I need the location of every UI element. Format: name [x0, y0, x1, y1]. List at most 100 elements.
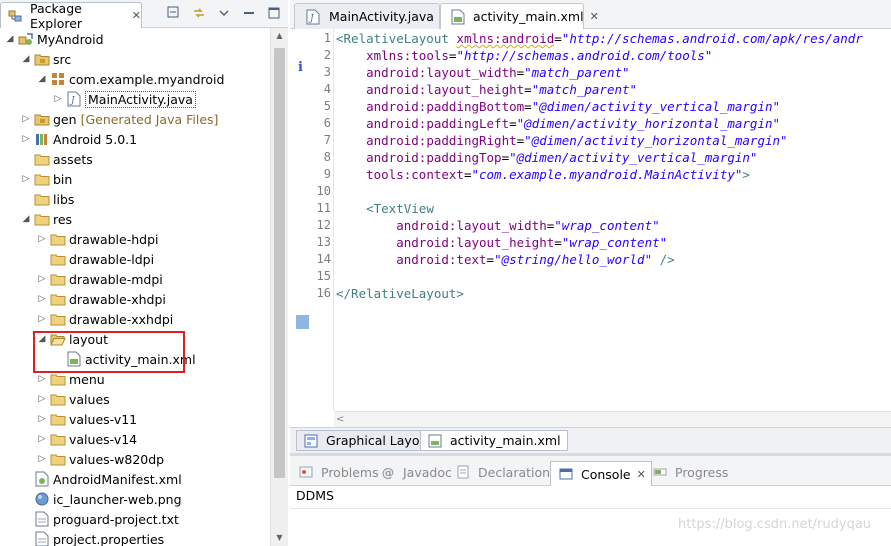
tree-item[interactable]: proguard-project.txt	[20, 509, 179, 529]
tree-item[interactable]: ▷ drawable-xxhdpi	[36, 309, 174, 329]
scroll-down-icon[interactable]: ▼	[271, 530, 288, 546]
tree-item[interactable]: ◢ com.example.myandroid	[36, 69, 225, 89]
tree-item[interactable]: ▷ Android 5.0.1	[20, 129, 138, 149]
tab-declaration[interactable]: Declaration	[453, 461, 550, 483]
tree-item[interactable]: ▷ drawable-xhdpi	[36, 289, 166, 309]
expand-arrow-closed-icon[interactable]: ▷	[36, 434, 48, 444]
code-token: </RelativeLayout>	[336, 286, 464, 301]
package-explorer-view: Package Explorer ✕ ◢ MyAndroid ◢ src ◢ com.ex…	[0, 0, 288, 546]
scroll-up-icon[interactable]: ▲	[271, 28, 288, 44]
code-area[interactable]: <RelativeLayout xmlns:android="http://sc…	[336, 29, 891, 411]
expand-arrow-closed-icon[interactable]: ▷	[36, 314, 48, 324]
link-with-editor-icon[interactable]	[191, 5, 207, 21]
editor-tab-activity-main[interactable]: activity_main.xml ✕	[440, 3, 599, 29]
expand-arrow-closed-icon[interactable]: ▷	[36, 454, 48, 464]
expand-arrow-closed-icon[interactable]: ▷	[36, 274, 48, 284]
code-token: xmlns:android	[456, 31, 555, 46]
package-explorer-icon	[7, 8, 23, 24]
tree-item[interactable]: libs	[20, 189, 74, 209]
tree-item[interactable]: ▷ values	[36, 389, 110, 409]
tree-item[interactable]: ◢ res	[20, 209, 73, 229]
watermark-text: https://blog.csdn.net/rudyqau	[678, 517, 872, 532]
tab-javadoc[interactable]: @ Javadoc	[378, 461, 452, 483]
tree-item[interactable]: ▷ drawable-mdpi	[36, 269, 163, 289]
package-explorer-tab[interactable]: Package Explorer ✕	[0, 0, 142, 31]
tree-item[interactable]: assets	[20, 149, 93, 169]
declaration-icon	[455, 464, 471, 480]
expand-arrow-open-icon[interactable]: ◢	[36, 74, 48, 84]
expand-arrow-closed-icon[interactable]: ▷	[52, 94, 64, 104]
tab-problems[interactable]: Problems	[296, 461, 379, 483]
code-token: "@dimen/activity_vertical_margin"	[531, 99, 781, 114]
code-token: =	[524, 82, 532, 97]
tree-item[interactable]: ▷ bin	[20, 169, 73, 189]
expand-arrow-open-icon[interactable]: ◢	[20, 214, 32, 224]
tree-item-label: gen	[53, 111, 77, 127]
tree-item[interactable]: ▷ values-v14	[36, 429, 138, 449]
tab-label: Declaration	[478, 464, 551, 480]
code-token: android:text	[396, 252, 487, 267]
code-token: xmlns:tools	[366, 48, 449, 63]
package-explorer-title: Package Explorer	[30, 0, 83, 31]
code-line: android:paddingBottom="@dimen/activity_v…	[336, 98, 780, 115]
scrollbar-thumb[interactable]	[274, 48, 285, 478]
code-token: =	[509, 116, 517, 131]
package-explorer-tabbar: Package Explorer ✕	[0, 0, 288, 31]
tree-item-label: drawable-xxhdpi	[69, 311, 174, 327]
line-number: 7	[323, 133, 331, 147]
tab-label: Problems	[321, 464, 379, 480]
minimize-icon[interactable]	[241, 5, 257, 21]
tree-item-label: ic_launcher-web.png	[53, 491, 182, 507]
console-output: DDMS	[296, 488, 334, 503]
expand-arrow-closed-icon[interactable]: ▷	[20, 174, 32, 184]
tree-item-label: assets	[53, 151, 93, 167]
tree-item[interactable]: ▷ drawable-hdpi	[36, 229, 159, 249]
expand-arrow-closed-icon[interactable]: ▷	[20, 134, 32, 144]
tab-xml-source[interactable]: activity_main.xml	[420, 430, 568, 451]
text-file-icon	[34, 511, 50, 527]
scroll-left-icon[interactable]: <	[336, 412, 344, 427]
tree-item-label: src	[53, 51, 72, 67]
tree-item[interactable]: AndroidManifest.xml	[20, 469, 182, 489]
tree-item[interactable]: ◢ src	[20, 49, 72, 69]
close-icon[interactable]: ✕	[132, 9, 141, 22]
tree-item[interactable]: project.properties	[20, 529, 164, 546]
tab-console[interactable]: Console ✕	[550, 461, 652, 486]
tree-item[interactable]: ◢ MyAndroid	[4, 29, 104, 49]
editor-horizontal-scrollbar[interactable]: <	[334, 411, 891, 427]
package-explorer-scrollbar[interactable]: ▲ ▼	[270, 28, 288, 546]
expand-arrow-closed-icon[interactable]: ▷	[36, 234, 48, 244]
line-number: 11	[316, 201, 331, 215]
expand-arrow-open-icon[interactable]: ◢	[4, 34, 16, 44]
tree-item[interactable]: ▷ gen [Generated Java Files]	[20, 109, 219, 129]
tab-graphical-layout[interactable]: Graphical Layout	[296, 430, 440, 451]
source-folder-icon	[34, 111, 50, 127]
collapse-all-icon[interactable]	[166, 5, 182, 21]
maximize-icon[interactable]	[266, 5, 282, 21]
tree-item[interactable]: ▷ values-v11	[36, 409, 138, 429]
code-token: <RelativeLayout	[336, 31, 449, 46]
expand-arrow-closed-icon[interactable]: ▷	[36, 394, 48, 404]
expand-arrow-closed-icon[interactable]: ▷	[36, 414, 48, 424]
graphical-layout-icon	[303, 433, 319, 449]
close-icon[interactable]: ✕	[637, 468, 646, 481]
folder-icon	[50, 371, 66, 387]
close-icon[interactable]: ✕	[590, 10, 599, 23]
expand-arrow-closed-icon[interactable]: ▷	[36, 294, 48, 304]
expand-arrow-closed-icon[interactable]: ▷	[36, 374, 48, 384]
line-number: 5	[323, 99, 331, 113]
tree-item[interactable]: ▷ values-w820dp	[36, 449, 165, 469]
expand-arrow-closed-icon[interactable]: ▷	[20, 114, 32, 124]
tab-progress[interactable]: Progress	[650, 461, 728, 483]
view-menu-icon[interactable]	[216, 5, 232, 21]
line-number: 12	[316, 218, 331, 232]
tree-item[interactable]: drawable-ldpi	[36, 249, 154, 269]
tree-item[interactable]: ▷ J MainActivity.java	[52, 89, 196, 109]
editor-tab-mainactivity[interactable]: J MainActivity.java	[294, 3, 440, 29]
code-token: tools:context	[366, 167, 464, 182]
expand-arrow-open-icon[interactable]: ◢	[20, 54, 32, 64]
tree-item[interactable]: ic_launcher-web.png	[20, 489, 182, 509]
